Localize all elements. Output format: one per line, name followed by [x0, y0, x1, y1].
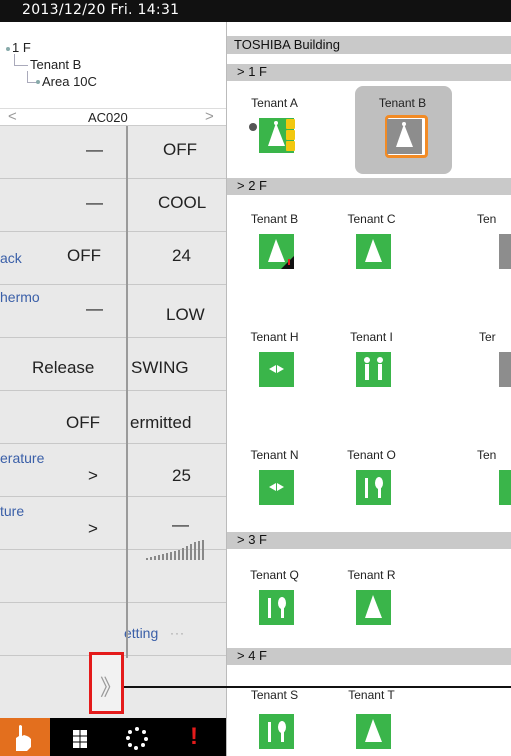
tree-node-icon	[6, 47, 10, 51]
schedule-icon[interactable]	[70, 718, 90, 756]
setting-row-temperature[interactable]: erature > 25	[0, 444, 226, 497]
status-bar: 2013/12/20 Fri. 14:31	[0, 0, 511, 22]
setting-value: OFF	[67, 246, 101, 265]
meeting-icon	[356, 590, 391, 625]
setting-label: hermo	[0, 289, 40, 305]
bottom-toolbar: !	[0, 718, 226, 756]
expand-panel-button[interactable]: 》	[89, 652, 124, 714]
setting-row-louver[interactable]: Release SWING	[0, 338, 226, 391]
floor-header-3f[interactable]: > 3 F	[227, 532, 511, 549]
setting-row-thermo[interactable]: hermo — LOW	[0, 285, 226, 338]
floor-header-1f[interactable]: > 1 F	[227, 64, 511, 81]
fork-icon	[499, 352, 511, 387]
tenant-tile[interactable]: Tenant Q	[227, 568, 322, 648]
tenant-tile[interactable]: Tenant C	[324, 212, 419, 292]
setting-value: >	[88, 519, 98, 538]
double-chevron-icon: 》	[100, 675, 123, 700]
ceiling-ac-icon	[259, 470, 294, 505]
building-header: TOSHIBA Building	[227, 36, 511, 54]
tenant-tile-selected[interactable]: Tenant B	[355, 96, 450, 176]
hand-pointer-icon[interactable]	[0, 718, 50, 756]
setting-value: OFF	[163, 140, 197, 159]
tenant-tile[interactable]: Tenant O	[324, 448, 419, 528]
tenant-tile[interactable]: Ten	[421, 448, 511, 528]
more-dots-icon: ···	[170, 626, 185, 640]
building-tenant-map: TOSHIBA Building > 1 F Tenant A Tenant B…	[226, 22, 511, 756]
setting-value: 24	[172, 246, 191, 265]
unit-name: AC020	[88, 110, 128, 125]
tenant-tile[interactable]: Tenant A	[227, 96, 322, 176]
floor-header-2f[interactable]: > 2 F	[227, 178, 511, 195]
tenant-tile[interactable]: Tenant T	[324, 688, 419, 756]
tree-node-icon	[36, 80, 40, 84]
restaurant-icon	[259, 714, 294, 749]
tenant-tile[interactable]: Tenant I	[324, 330, 419, 410]
tenant-tile[interactable]: Tenant N	[227, 448, 322, 528]
tenant-tile[interactable]: Tenant B	[227, 212, 322, 292]
setting-value: COOL	[158, 193, 207, 212]
meeting-icon	[259, 234, 294, 269]
setting-value: —	[86, 193, 103, 212]
setting-row-signal	[0, 540, 226, 603]
setting-value: —	[86, 299, 103, 318]
tenant-tile[interactable]: Tenant S	[227, 688, 322, 756]
floor-header-4f[interactable]: > 4 F	[227, 648, 511, 665]
setting-value: LOW	[166, 305, 205, 324]
setting-value: ermitted	[130, 413, 192, 432]
location-tree: 1 F Tenant B Area 10C	[0, 22, 226, 122]
loading-icon[interactable]	[122, 718, 152, 756]
next-unit-button[interactable]: >	[205, 109, 214, 125]
setting-row-mode[interactable]: — COOL	[0, 179, 226, 232]
building-title: TOSHIBA Building	[234, 37, 340, 52]
unit-control-panel: 1 F Tenant B Area 10C < AC020 > — OFF — …	[0, 22, 226, 718]
meeting-icon	[356, 234, 391, 269]
datetime-label: 2013/12/20 Fri. 14:31	[22, 2, 180, 18]
setting-value: SWING	[131, 358, 189, 377]
meeting-icon	[356, 714, 391, 749]
setting-value: Release	[32, 358, 95, 377]
setting-label: ture	[0, 503, 25, 519]
restaurant-icon	[259, 590, 294, 625]
setting-row-setback[interactable]: ack OFF 24	[0, 232, 226, 285]
setting-value: >	[88, 466, 98, 485]
tenant-tile[interactable]: Ter	[421, 330, 511, 410]
tree-connector	[14, 54, 28, 66]
status-indicators	[286, 119, 295, 153]
people-icon	[356, 352, 391, 387]
tree-area[interactable]: Area 10C	[42, 74, 97, 89]
ceiling-ac-icon	[499, 470, 511, 505]
setting-value: —	[172, 515, 189, 534]
setting-label: ack	[0, 250, 22, 266]
prev-unit-button[interactable]: <	[8, 109, 17, 125]
setting-value: OFF	[66, 413, 100, 432]
setting-row-detail[interactable]: etting ···	[0, 603, 226, 656]
tenant-tile[interactable]: Tenant H	[227, 330, 322, 410]
setting-label: erature	[0, 450, 45, 466]
meeting-icon	[499, 234, 511, 269]
tree-floor[interactable]: 1 F	[12, 40, 31, 55]
callout-line	[124, 686, 511, 688]
restaurant-icon	[356, 470, 391, 505]
ceiling-ac-icon	[259, 352, 294, 387]
tenant-tile[interactable]: Tenant R	[324, 568, 419, 648]
unit-selector: < AC020 >	[0, 108, 226, 126]
detail-setting-link[interactable]: etting	[124, 625, 158, 641]
clock-icon	[249, 123, 257, 131]
alarm-icon[interactable]: !	[185, 718, 205, 756]
meeting-icon	[387, 119, 422, 154]
setting-value: 25	[172, 466, 191, 485]
column-divider	[126, 126, 128, 708]
tree-tenant[interactable]: Tenant B	[30, 57, 81, 72]
setting-row-feature[interactable]: ture > —	[0, 497, 226, 550]
setting-row-permission[interactable]: OFF ermitted	[0, 391, 226, 444]
setting-row-power[interactable]: — OFF	[0, 126, 226, 179]
setting-value: —	[86, 140, 103, 159]
tenant-tile[interactable]: Ten	[421, 212, 511, 292]
